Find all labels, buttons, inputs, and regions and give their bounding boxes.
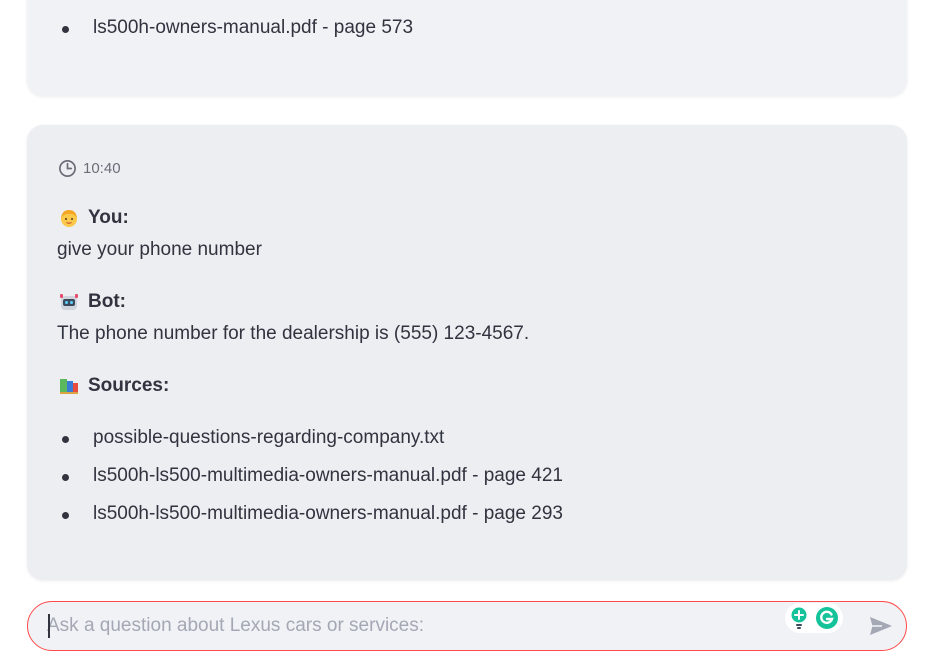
clock-icon xyxy=(59,159,76,177)
previous-message-card xyxy=(27,0,907,96)
lightbulb-icon[interactable] xyxy=(789,606,809,630)
bot-message-text: The phone number for the dealership is (… xyxy=(57,323,530,344)
chat-input-container[interactable] xyxy=(27,601,907,651)
chat-page: ls500h-owners-manual.pdf - page 573 10:4… xyxy=(0,0,935,671)
bot-label-row: Bot: xyxy=(58,291,126,313)
bot-label: Bot: xyxy=(88,291,126,312)
timestamp: 10:40 xyxy=(83,159,121,177)
user-label: You: xyxy=(88,207,129,228)
person-emoji-icon xyxy=(61,210,77,227)
source-item: ls500h-ls500-multimedia-owners-manual.pd… xyxy=(93,503,563,524)
source-bullet xyxy=(62,436,69,443)
source-bullet xyxy=(62,474,69,481)
sources-label-row: Sources: xyxy=(58,375,169,397)
robot-emoji-icon xyxy=(60,294,78,310)
source-item: ls500h-ls500-multimedia-owners-manual.pd… xyxy=(93,465,563,486)
books-emoji-icon xyxy=(60,379,78,394)
chat-input[interactable] xyxy=(47,610,767,642)
send-arrow-icon xyxy=(870,617,892,635)
source-item: possible-questions-regarding-company.txt xyxy=(93,427,445,448)
source-bullet xyxy=(62,512,69,519)
user-message-text: give your phone number xyxy=(57,239,262,260)
previous-source-item: ls500h-owners-manual.pdf - page 573 xyxy=(93,17,414,38)
sources-label: Sources: xyxy=(88,375,170,396)
text-caret xyxy=(48,614,50,638)
extension-icons[interactable] xyxy=(785,603,843,633)
send-button[interactable] xyxy=(866,613,896,639)
source-bullet xyxy=(62,26,69,33)
user-label-row: You: xyxy=(58,207,129,229)
grammarly-icon[interactable] xyxy=(815,606,839,630)
timestamp-row: 10:40 xyxy=(58,158,121,178)
